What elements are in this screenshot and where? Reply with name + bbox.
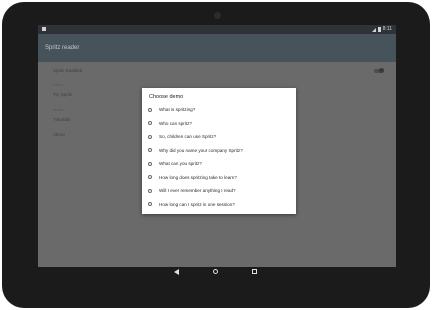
demo-option-label: So, children can use Spritz? bbox=[159, 134, 217, 139]
camera-icon bbox=[214, 12, 221, 19]
demo-option-label: What is spritzing? bbox=[159, 107, 196, 112]
navigation-bar bbox=[36, 265, 394, 278]
radio-button-icon[interactable] bbox=[148, 188, 152, 193]
demo-option[interactable]: How long can I spritz in one session? bbox=[148, 198, 290, 211]
demo-option[interactable]: Who can spritz? bbox=[148, 117, 290, 130]
dialog-title: Choose demo bbox=[149, 94, 184, 100]
demo-option[interactable]: What is spritzing? bbox=[148, 103, 290, 116]
demo-option-label: Why did you name your company Spritz? bbox=[159, 147, 243, 153]
radio-button-icon[interactable] bbox=[148, 134, 152, 139]
demo-option[interactable]: How long does spritzing take to learn? bbox=[148, 171, 290, 184]
demo-option-label: How long can I spritz in one session? bbox=[159, 201, 235, 207]
demo-option[interactable]: So, children can use Spritz? bbox=[148, 130, 290, 143]
demo-option-label: How long does spritzing take to learn? bbox=[159, 174, 237, 180]
screen: 8:11 Spritz reader Spritz Enabled Demo T… bbox=[38, 25, 396, 267]
demo-option[interactable]: What can you spritz? bbox=[148, 157, 290, 170]
demo-option-label: Who can spritz? bbox=[159, 120, 192, 126]
demo-option[interactable]: Why did you name your company Spritz? bbox=[148, 144, 290, 157]
tablet-frame: 8:11 Spritz reader Spritz Enabled Demo T… bbox=[2, 2, 430, 308]
demo-option-label: What can you spritz? bbox=[159, 161, 202, 166]
radio-button-icon[interactable] bbox=[148, 107, 152, 112]
radio-button-icon[interactable] bbox=[148, 121, 152, 125]
radio-button-icon[interactable] bbox=[148, 148, 152, 152]
home-icon[interactable] bbox=[212, 269, 218, 274]
radio-button-icon[interactable] bbox=[148, 202, 152, 206]
back-icon[interactable] bbox=[173, 268, 179, 275]
choose-demo-dialog: Choose demo What is spritzing? Who can s… bbox=[142, 88, 296, 214]
recents-icon[interactable] bbox=[251, 269, 257, 274]
demo-option[interactable]: Will I ever remember anything I read? bbox=[148, 184, 290, 197]
demo-option-label: Will I ever remember anything I read? bbox=[159, 188, 236, 193]
radio-button-icon[interactable] bbox=[148, 175, 152, 179]
radio-button-icon[interactable] bbox=[148, 161, 152, 166]
